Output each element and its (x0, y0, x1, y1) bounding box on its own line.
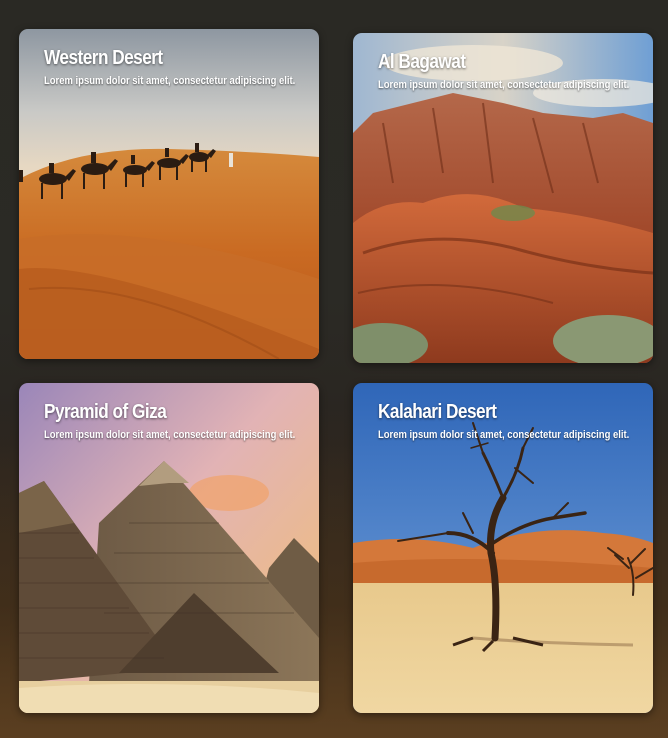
card-caption: Al Bagawat Lorem ipsum dolor sit amet, c… (378, 51, 641, 91)
card-caption: Kalahari Desert Lorem ipsum dolor sit am… (378, 401, 641, 441)
card-description: Lorem ipsum dolor sit amet, consectetur … (44, 429, 296, 441)
card-pyramid-of-giza[interactable]: Pyramid of Giza Lorem ipsum dolor sit am… (19, 383, 319, 713)
card-title: Western Desert (44, 47, 163, 69)
card-title: Al Bagawat (378, 51, 466, 73)
card-title: Pyramid of Giza (44, 401, 167, 423)
card-western-desert[interactable]: Western Desert Lorem ipsum dolor sit ame… (19, 29, 319, 359)
card-kalahari-desert[interactable]: Kalahari Desert Lorem ipsum dolor sit am… (353, 383, 653, 713)
card-description: Lorem ipsum dolor sit amet, consectetur … (378, 429, 630, 441)
card-caption: Pyramid of Giza Lorem ipsum dolor sit am… (44, 401, 307, 441)
card-caption: Western Desert Lorem ipsum dolor sit ame… (44, 47, 307, 87)
card-title: Kalahari Desert (378, 401, 497, 423)
card-description: Lorem ipsum dolor sit amet, consectetur … (44, 75, 296, 87)
card-al-bagawat[interactable]: Al Bagawat Lorem ipsum dolor sit amet, c… (353, 33, 653, 363)
card-description: Lorem ipsum dolor sit amet, consectetur … (378, 79, 630, 91)
